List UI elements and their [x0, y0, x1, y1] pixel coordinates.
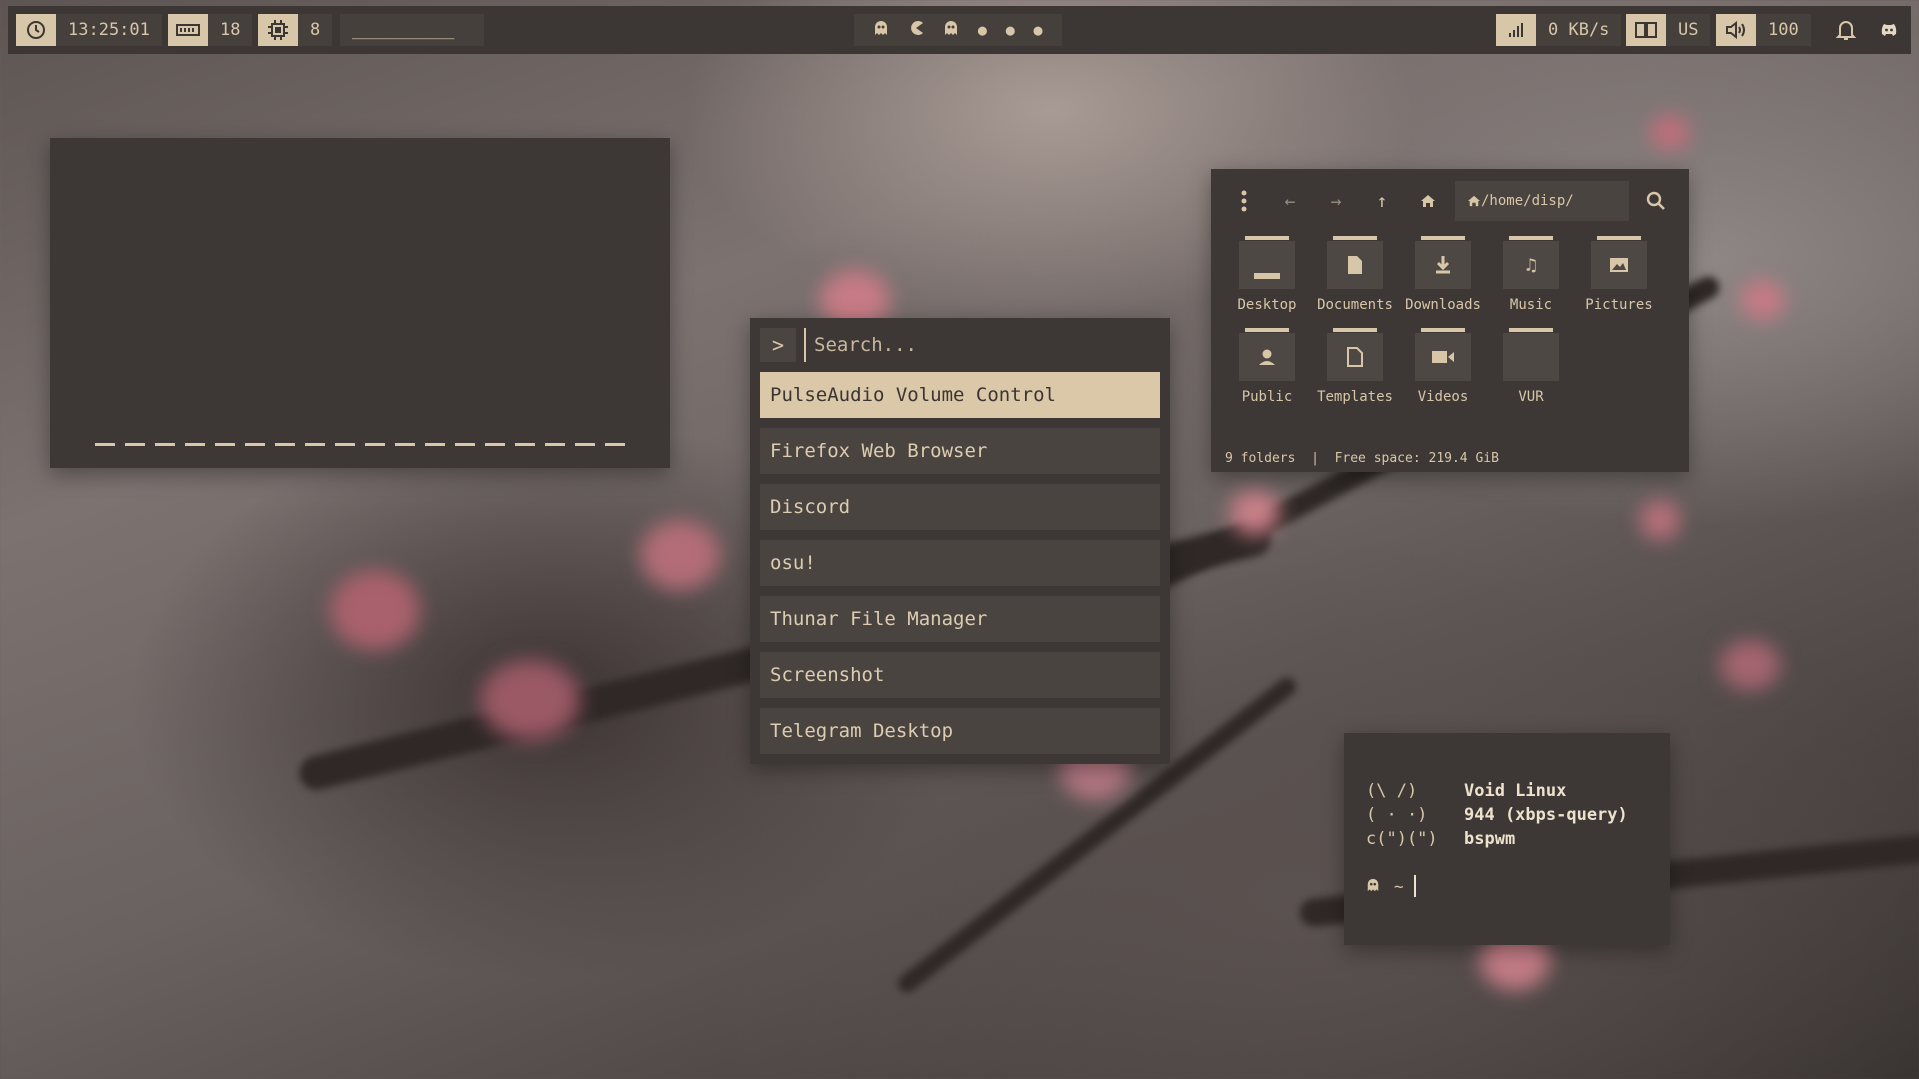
file-manager-window: ← → ↑ /home/disp/ Desktop Documents Down… — [1211, 169, 1689, 472]
dot-icon[interactable]: ● — [1006, 21, 1015, 39]
app-launcher: > PulseAudio Volume Control Firefox Web … — [750, 318, 1170, 764]
workspace-switcher: ● ● ● — [854, 14, 1062, 46]
speaker-icon — [1716, 14, 1756, 46]
fetch-line: (\ /) Void Linux — [1366, 779, 1670, 803]
memory-value: 18 — [220, 20, 241, 40]
prompt-cwd: ~ — [1394, 876, 1404, 896]
fetch-line: c(")(") bspwm — [1366, 827, 1670, 851]
menu-kebab-icon[interactable] — [1221, 181, 1267, 221]
home-icon — [1468, 195, 1480, 207]
visualizer-baseline — [95, 443, 626, 446]
launcher-item[interactable]: osu! — [760, 540, 1160, 586]
folder-documents[interactable]: Documents — [1311, 236, 1399, 313]
discord-icon[interactable] — [1874, 14, 1904, 46]
up-arrow-icon[interactable]: ↑ — [1359, 181, 1405, 221]
folder-vur[interactable]: VUR — [1487, 328, 1575, 405]
cpu-value: 8 — [310, 20, 321, 40]
clock-time: 13:25:01 — [68, 20, 150, 40]
status-text: 9 folders | Free space: 219.4 GiB — [1225, 451, 1499, 466]
launcher-item[interactable]: Telegram Desktop — [760, 708, 1160, 754]
picture-folder-icon — [1591, 236, 1647, 289]
keyboard-layout-value: US — [1678, 20, 1699, 40]
dot-icon[interactable]: ● — [1034, 21, 1043, 39]
folder-label: VUR — [1518, 389, 1544, 405]
folder-label: Music — [1509, 297, 1553, 313]
folder-icon — [1503, 328, 1559, 381]
launcher-item[interactable]: Screenshot — [760, 652, 1160, 698]
download-folder-icon — [1415, 236, 1471, 289]
launcher-results: PulseAudio Volume Control Firefox Web Br… — [760, 372, 1160, 754]
folder-music[interactable]: ♫ Music — [1487, 236, 1575, 313]
bell-icon[interactable] — [1824, 14, 1868, 46]
text-cursor — [1413, 875, 1416, 897]
file-manager-status: 9 folders | Free space: 219.4 GiB — [1225, 451, 1499, 466]
document-folder-icon — [1327, 236, 1383, 289]
back-arrow-icon[interactable]: ← — [1267, 181, 1313, 221]
launcher-prompt: > — [760, 328, 796, 362]
launcher-item[interactable]: Firefox Web Browser — [760, 428, 1160, 474]
keyboard-layout-icon — [1626, 14, 1666, 46]
launcher-item[interactable]: PulseAudio Volume Control — [760, 372, 1160, 418]
search-icon[interactable] — [1633, 181, 1679, 221]
shell-prompt[interactable]: ~ — [1366, 875, 1670, 897]
forward-arrow-icon[interactable]: → — [1313, 181, 1359, 221]
window-title-text: __________ — [352, 20, 455, 40]
pacman-icon[interactable] — [908, 20, 924, 40]
volume-module[interactable]: 100 — [1716, 14, 1811, 46]
fetch-wm: bspwm — [1464, 829, 1516, 849]
ghost-icon — [1366, 877, 1380, 896]
home-icon[interactable] — [1405, 181, 1451, 221]
cpu-module[interactable]: 8 — [258, 14, 333, 46]
folder-grid: Desktop Documents Downloads ♫ Music Pict… — [1223, 236, 1663, 405]
ascii-art-line: c(")(") — [1366, 829, 1438, 849]
folder-downloads[interactable]: Downloads — [1399, 236, 1487, 313]
clock-icon — [16, 14, 56, 46]
volume-value: 100 — [1768, 20, 1799, 40]
fetch-os: Void Linux — [1464, 781, 1567, 801]
keyboard-layout-module[interactable]: US — [1626, 14, 1711, 46]
launcher-search-input[interactable] — [804, 328, 1160, 362]
fetch-line: ( · ·) 944 (xbps-query) — [1366, 803, 1670, 827]
desktop-folder-icon — [1239, 236, 1295, 289]
folder-templates[interactable]: Templates — [1311, 328, 1399, 405]
public-folder-icon — [1239, 328, 1295, 381]
ghost-icon[interactable] — [943, 20, 959, 40]
folder-label: Desktop — [1237, 297, 1297, 313]
ascii-art-line: (\ /) — [1366, 781, 1418, 801]
fetch-packages: 944 (xbps-query) — [1464, 805, 1628, 825]
memory-module[interactable]: 18 — [168, 14, 253, 46]
top-bar: 13:25:01 18 8 __________ ● ● ● 0 KB/s US… — [8, 6, 1911, 54]
memory-icon — [168, 14, 208, 46]
clock-module[interactable]: 13:25:01 — [16, 14, 162, 46]
file-manager-toolbar: ← → ↑ /home/disp/ — [1221, 181, 1679, 221]
folder-label: Documents — [1317, 297, 1393, 313]
launcher-search-row: > — [760, 328, 1160, 362]
folder-videos[interactable]: Videos — [1399, 328, 1487, 405]
visualizer-panel — [50, 138, 670, 468]
dot-icon[interactable]: ● — [978, 21, 987, 39]
folder-label: Videos — [1417, 389, 1469, 405]
launcher-item[interactable]: Thunar File Manager — [760, 596, 1160, 642]
video-folder-icon — [1415, 328, 1471, 381]
folder-label: Pictures — [1585, 297, 1653, 313]
template-folder-icon — [1327, 328, 1383, 381]
folder-desktop[interactable]: Desktop — [1223, 236, 1311, 313]
folder-public[interactable]: Public — [1223, 328, 1311, 405]
music-folder-icon: ♫ — [1503, 236, 1559, 289]
folder-label: Downloads — [1405, 297, 1481, 313]
ascii-art-line: ( · ·) — [1366, 805, 1428, 825]
launcher-item[interactable]: Discord — [760, 484, 1160, 530]
cpu-icon — [258, 14, 298, 46]
location-bar[interactable]: /home/disp/ — [1455, 181, 1629, 221]
folder-label: Templates — [1317, 389, 1393, 405]
window-title: __________ — [340, 14, 484, 46]
location-path: /home/disp/ — [1481, 193, 1574, 209]
network-speed: 0 KB/s — [1548, 20, 1610, 40]
signal-bars-icon — [1496, 14, 1536, 46]
ghost-icon[interactable] — [873, 20, 889, 40]
terminal-window[interactable]: (\ /) Void Linux ( · ·) 944 (xbps-query)… — [1344, 733, 1670, 945]
network-module[interactable]: 0 KB/s — [1496, 14, 1622, 46]
folder-label: Public — [1241, 389, 1293, 405]
folder-pictures[interactable]: Pictures — [1575, 236, 1663, 313]
